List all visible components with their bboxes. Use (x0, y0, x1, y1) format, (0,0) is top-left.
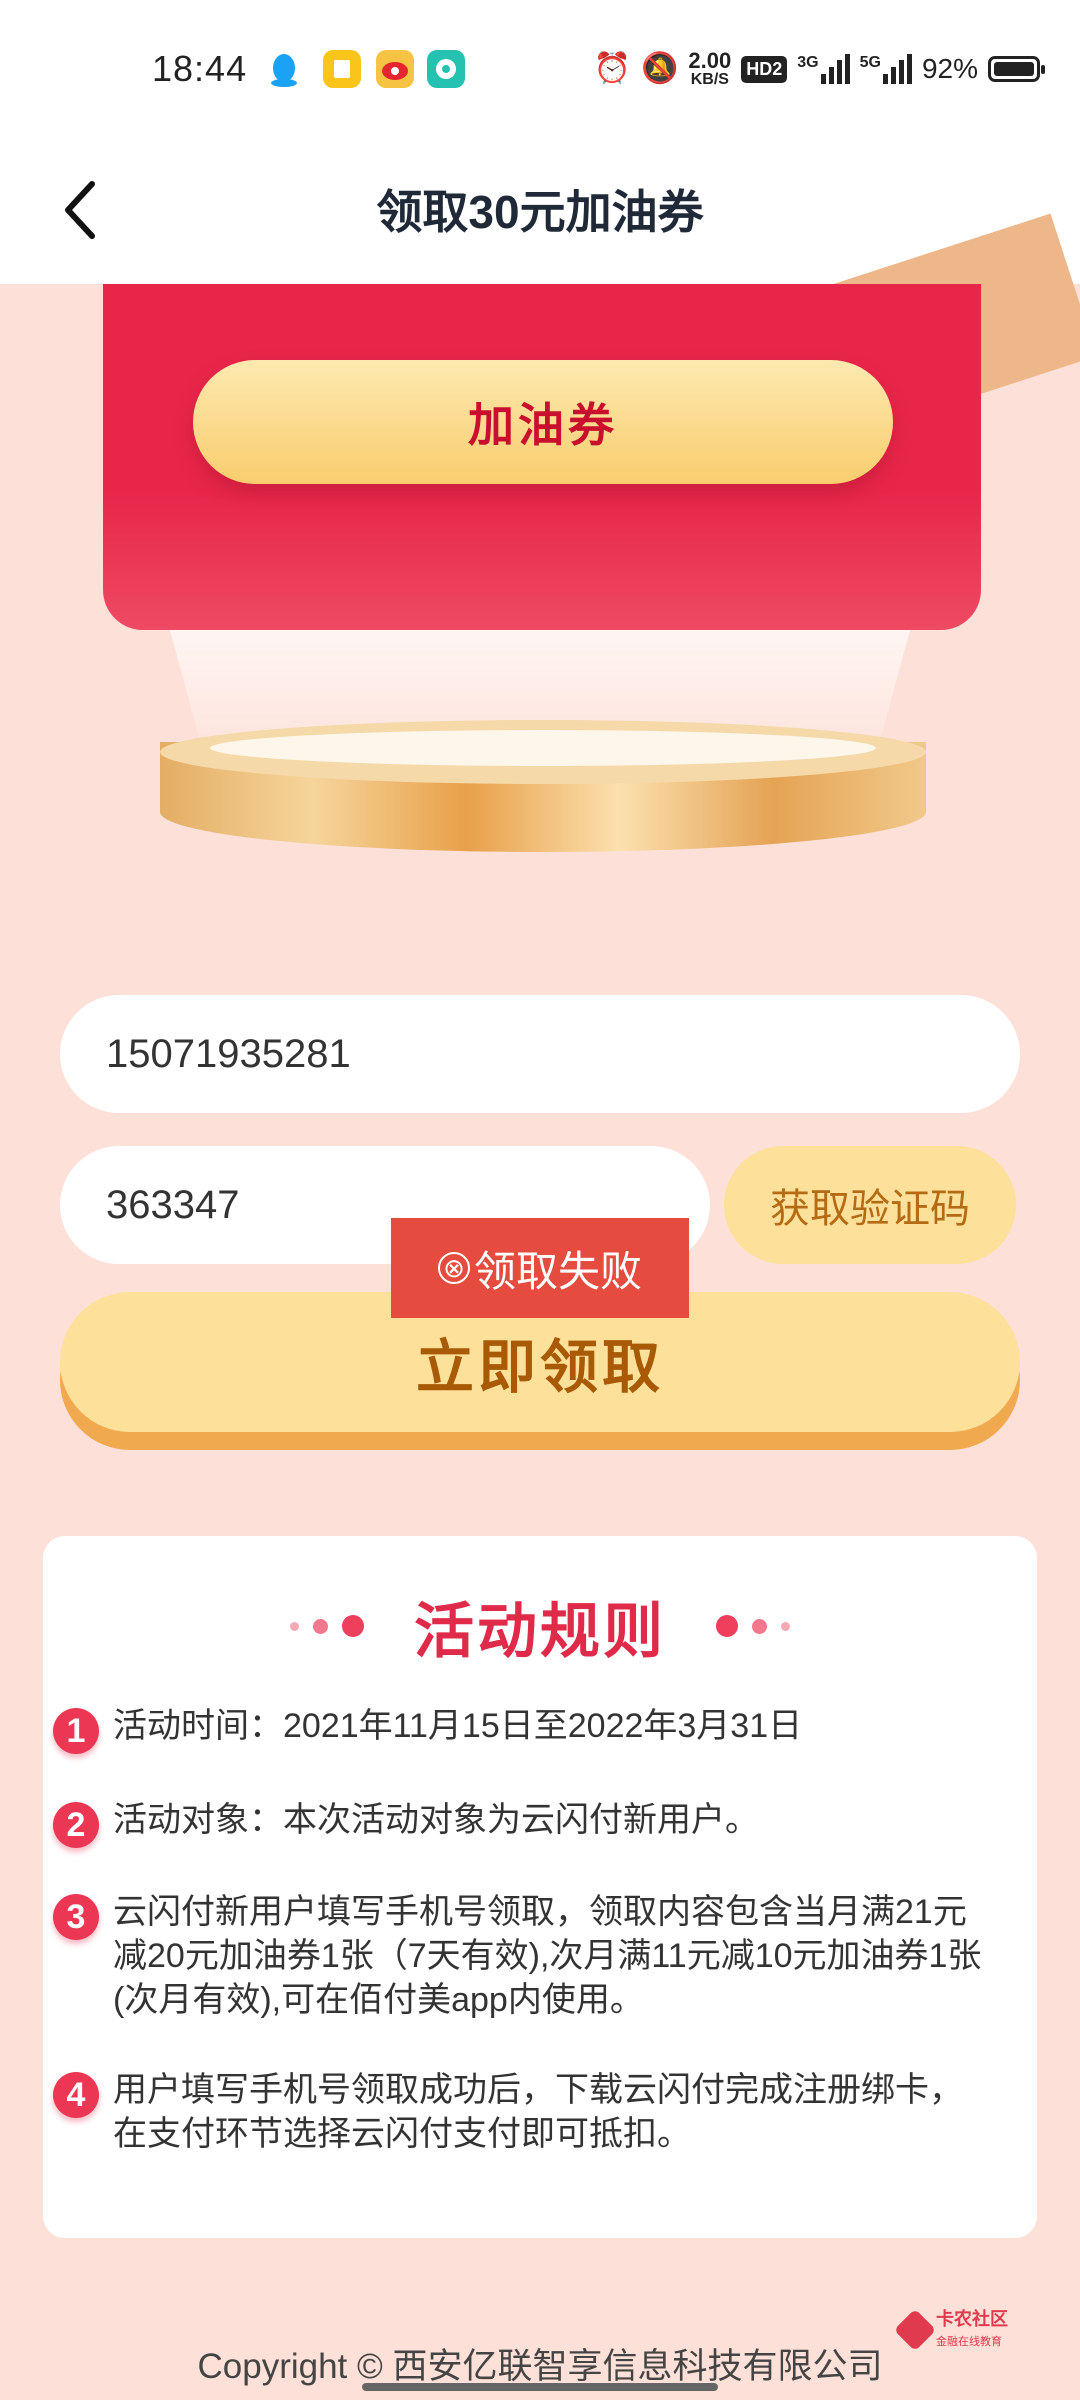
rules-card: 活动规则 1 活动时间：2021年11月15日至2022年3月31日 2 活动对… (43, 1536, 1037, 2238)
close-circle-icon: ⊗ (437, 1252, 470, 1284)
rules-title: 活动规则 (414, 1597, 666, 1665)
battery-icon (988, 56, 1045, 82)
battery-percent: 92% (921, 53, 978, 84)
gesture-home-bar[interactable] (362, 2383, 718, 2391)
rule-item: 3 云闪付新用户填写手机号领取，领取内容包含当月满21元减20元加油券1张（7天… (53, 1890, 987, 2022)
dots-decoration-left (290, 1615, 364, 1637)
hd-voice-badge: HD2 (741, 55, 788, 83)
toast-message: 领取失败 (473, 1247, 642, 1295)
weibo-icon (376, 50, 414, 88)
rule-text: 云闪付新用户填写手机号领取，领取内容包含当月满21元减20元加油券1张（7天有效… (113, 1893, 982, 2019)
rule-number-badge: 2 (53, 1802, 99, 1848)
signal-3g: 3G (797, 54, 850, 84)
coupon-banner: 加油券 (103, 284, 981, 630)
note-app-icon (323, 50, 361, 88)
signal-5g-label: 5G (859, 54, 881, 71)
rule-item: 2 活动对象：本次活动对象为云闪付新用户。 (53, 1798, 987, 1848)
chat-app-icon (427, 50, 465, 88)
rule-item: 1 活动时间：2021年11月15日至2022年3月31日 (53, 1704, 987, 1754)
signal-bars-icon (882, 54, 912, 84)
network-speed-value: 2.00 (688, 48, 732, 73)
dots-decoration-right (716, 1615, 790, 1637)
error-toast: ⊗ 领取失败 (391, 1218, 689, 1318)
alarm-icon: ⏰ (593, 52, 632, 85)
rule-number-badge: 3 (53, 1894, 99, 1940)
get-verification-code-button[interactable]: 获取验证码 (724, 1146, 1016, 1264)
rule-number-badge: 1 (53, 1708, 99, 1754)
phone-input[interactable] (60, 995, 1020, 1113)
rules-header: 活动规则 (43, 1586, 1037, 1666)
status-time: 18:44 (152, 48, 248, 89)
signal-5g: 5G (860, 54, 912, 84)
rule-text: 用户填写手机号领取成功后，下载云闪付完成注册绑卡，在支付环节选择云闪付支付即可抵… (113, 2071, 963, 2153)
network-speed-unit: KB/S (690, 71, 729, 88)
rule-text: 活动时间：2021年11月15日至2022年3月31日 (113, 1707, 803, 1745)
qq-icon (265, 50, 303, 88)
signal-3g-label: 3G (797, 54, 819, 71)
mute-bell-icon: 🔕 (641, 52, 679, 85)
coupon-label-button: 加油券 (193, 360, 893, 484)
copyright-text: Copyright © 西安亿联智享信息科技有限公司 (197, 2347, 883, 2386)
rule-number-badge: 4 (53, 2072, 99, 2118)
rule-item: 4 用户填写手机号领取成功后，下载云闪付完成注册绑卡，在支付环节选择云闪付支付即… (53, 2068, 987, 2156)
network-speed: 2.00 KB/S (688, 50, 731, 88)
watermark-name: 卡农社区 (936, 2309, 1008, 2330)
status-indicators: ⏰ 🔕 2.00 KB/S HD2 3G 5G 92% (593, 46, 1045, 92)
page-title: 领取30元加油券 (376, 186, 704, 238)
signal-bars-icon (820, 54, 850, 84)
rule-text: 活动对象：本次活动对象为云闪付新用户。 (113, 1801, 759, 1839)
status-bar: 18:44 ⏰ 🔕 2.00 KB/S HD2 3G 5G 92% (0, 0, 1080, 140)
podium-decoration (160, 720, 926, 860)
